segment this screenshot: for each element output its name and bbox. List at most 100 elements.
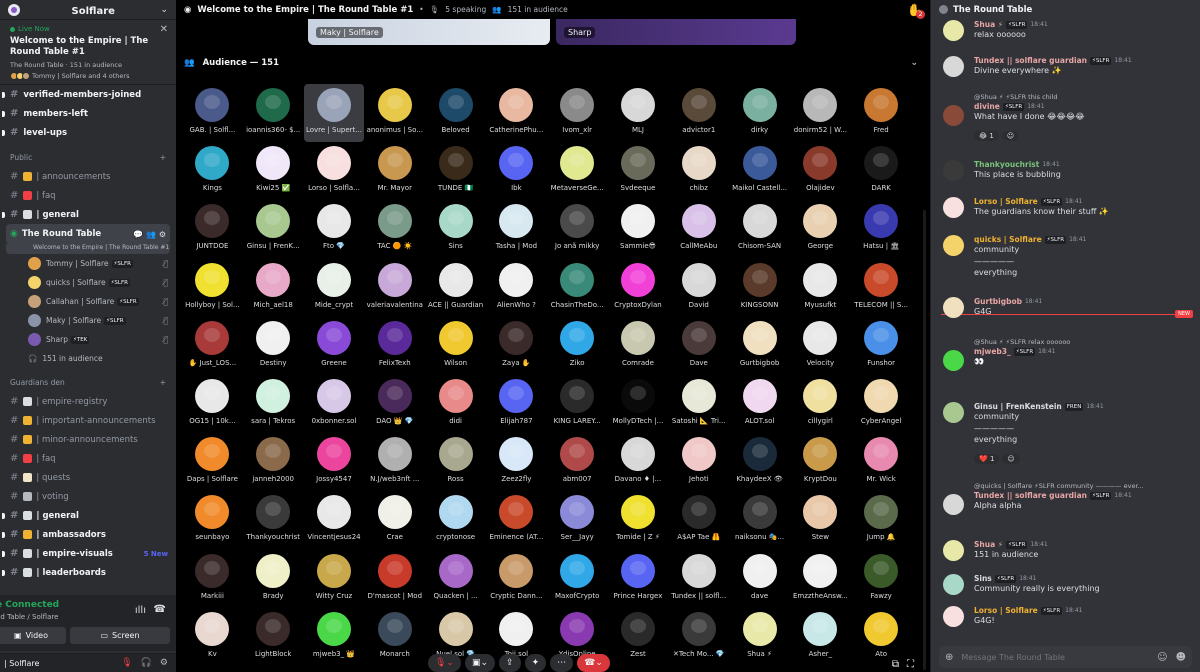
reaction-chip[interactable]: 😂 1 [974, 130, 999, 141]
audience-member[interactable]: sara | Tekros [243, 375, 304, 433]
audience-member[interactable]: Comrade [608, 317, 669, 375]
avatar[interactable] [943, 606, 964, 627]
chat-message[interactable]: @Shua ⚡ ⚡SLFR relax oooooo mjweb3_ ⚡SLFR 18… [943, 338, 1195, 371]
audience-member[interactable]: Funshor [851, 317, 912, 375]
audience-member[interactable]: Kings [182, 142, 243, 200]
channel-item[interactable]: # | voting [0, 487, 176, 506]
category-public[interactable]: Public + [0, 147, 176, 167]
category-guardians[interactable]: Guardians den + [0, 372, 176, 392]
audience-member[interactable]: dirky [729, 84, 790, 142]
channel-item[interactable]: # level-ups [0, 123, 176, 142]
audience-member[interactable]: Mr. Wick [851, 433, 912, 491]
mute-button[interactable]: 🎙⌄ [428, 654, 461, 672]
reaction-chip[interactable]: ☺ [1002, 453, 1020, 464]
audience-member[interactable]: Tomide | Z ⚡ [608, 491, 669, 549]
audience-member[interactable]: valeriavalentina [364, 259, 425, 317]
username[interactable]: mjweb3_ [974, 347, 1011, 356]
avatar[interactable] [943, 297, 964, 318]
settings-icon[interactable]: ⚙ [160, 658, 168, 668]
avatar[interactable] [943, 56, 964, 77]
audience-member[interactable]: Fto 💎 [304, 200, 365, 258]
audience-member[interactable]: 0xbonner.sol [304, 375, 365, 433]
audience-member[interactable]: Greene [304, 317, 365, 375]
chevron-down-icon[interactable]: ⌄ [160, 5, 168, 15]
username[interactable]: Thankyouchrist [974, 160, 1039, 169]
reaction-chip[interactable]: ☺ [1001, 130, 1020, 141]
audience-header[interactable]: 👥 Audience — 151 ⌄ [184, 54, 918, 72]
audience-member[interactable]: David [668, 259, 729, 317]
voice-user[interactable]: quicks | Solflare ⚡SLFR 🎙̸ [0, 273, 176, 292]
audience-member[interactable]: Myusufkt [790, 259, 851, 317]
audience-member[interactable]: ACE || Guardian [425, 259, 486, 317]
audience-member[interactable]: Maikol Castell... [729, 142, 790, 200]
avatar[interactable] [943, 105, 964, 126]
audience-member[interactable]: ChasinTheDo... [547, 259, 608, 317]
audience-member[interactable]: Witty Cruz [304, 550, 365, 608]
popout-icon[interactable]: ⧉ [892, 659, 899, 670]
chat-message[interactable]: Ginsu | FrenKenstein FREN 18:41 community ——… [943, 402, 1195, 465]
mute-icon[interactable]: 🎙 [121, 658, 132, 668]
audience-member[interactable]: mjweb3_ 👑 [304, 608, 365, 666]
audience-member[interactable]: MetaverseGe... [547, 142, 608, 200]
voice-user[interactable]: Maky | Solflare ⚡SLFR 🎙̸ [0, 311, 176, 330]
audience-member[interactable]: Jump 🔔 [851, 491, 912, 549]
audience-member[interactable]: Kv [182, 608, 243, 666]
audience-member[interactable]: Lorso | Solfla... [304, 142, 365, 200]
chat-message[interactable]: Gurtbigbob 18:41 G4G [943, 297, 1195, 318]
audience-member[interactable]: Beloved [425, 84, 486, 142]
audience-member[interactable]: Kiwi25 ✅ [243, 142, 304, 200]
chat-message[interactable]: Lorso | Solflare ⚡SLFR 18:41 The guardians … [943, 197, 1195, 218]
audience-member[interactable]: Markiii [182, 550, 243, 608]
channel-item[interactable]: # | general [0, 205, 176, 224]
audience-member[interactable]: Daps | Solflare [182, 433, 243, 491]
username[interactable]: Lorso | Solflare [974, 606, 1038, 615]
username[interactable]: | Solflare [4, 659, 39, 668]
audience-member[interactable]: Zeez2fly [486, 433, 547, 491]
audience-member[interactable]: Lovre | Supert... [303, 84, 365, 143]
audience-member[interactable]: TUNDE 🇳🇬 [425, 142, 486, 200]
channel-item[interactable]: # | leaderboards [0, 563, 176, 582]
audience-member[interactable]: Olajidev [790, 142, 851, 200]
channel-item[interactable]: # | important-announcements [0, 411, 176, 430]
username[interactable]: Shua ⚡ [974, 540, 1003, 549]
audience-member[interactable]: seunbayo [182, 491, 243, 549]
audience-member[interactable]: Tundex || solfl... [668, 550, 729, 608]
audience-member[interactable]: MollyDTech |... [608, 375, 669, 433]
audience-member[interactable]: Satoshi 📐 Tri... [668, 375, 729, 433]
chat-message[interactable]: Shua ⚡ ⚡SLFR 18:41 relax oooooo [943, 20, 1195, 41]
audience-member[interactable]: ioannis360- $... [243, 84, 304, 142]
audience-member[interactable]: ALOT.sol [729, 375, 790, 433]
audience-member[interactable]: Chisom-SAN [729, 200, 790, 258]
voice-location[interactable]: nd Table / Solflare [0, 613, 58, 621]
leave-stage-button[interactable]: ☎⌄ [577, 654, 610, 672]
audience-member[interactable]: cillygirl [790, 375, 851, 433]
audience-member[interactable]: Monarch [364, 608, 425, 666]
audience-member[interactable]: Brady [243, 550, 304, 608]
audience-member[interactable]: OG15 | 10k... [182, 375, 243, 433]
username[interactable]: Sins [974, 574, 992, 583]
channel-item[interactable]: # | faq [0, 449, 176, 468]
deafen-icon[interactable]: 🎧 [141, 658, 152, 668]
audience-member[interactable]: Svdeeque [608, 142, 669, 200]
audience-member[interactable]: Mide_crypt [304, 259, 365, 317]
chat-message[interactable]: Tundex || solflare guardian ⚡SLFR 18:41 Div… [943, 56, 1195, 77]
audience-member[interactable]: D'mascot | Mod [364, 550, 425, 608]
audience-member[interactable]: Ginsu | FrenK... [243, 200, 304, 258]
audience-member[interactable]: Sins [425, 200, 486, 258]
avatar[interactable] [943, 402, 964, 423]
audience-member[interactable]: Stew [790, 491, 851, 549]
audience-member[interactable]: Mr. Mayor [364, 142, 425, 200]
audience-member[interactable]: Wilson [425, 317, 486, 375]
speaker-card[interactable]: Maky | Solflare [308, 19, 550, 45]
scrollbar[interactable] [923, 210, 926, 670]
audience-member[interactable]: KhaydeeX 👁 [729, 433, 790, 491]
reply-preview[interactable]: @Shua ⚡ ⚡SLFR this child [974, 93, 1195, 101]
emoji-icon[interactable]: ☻ [1176, 652, 1186, 663]
audience-member[interactable]: Sammie😎 [608, 200, 669, 258]
audience-member[interactable]: KINGSONN [729, 259, 790, 317]
audience-member[interactable]: Jo anã mikky [547, 200, 608, 258]
share-screen-button[interactable]: ⇪ [499, 654, 521, 672]
audience-member[interactable]: Ivom_xlr [547, 84, 608, 142]
audience-member[interactable]: Quacken | ... [425, 550, 486, 608]
chat-message[interactable]: @Shua ⚡ ⚡SLFR this child divine ⚡SLFR 18:41… [943, 93, 1195, 142]
